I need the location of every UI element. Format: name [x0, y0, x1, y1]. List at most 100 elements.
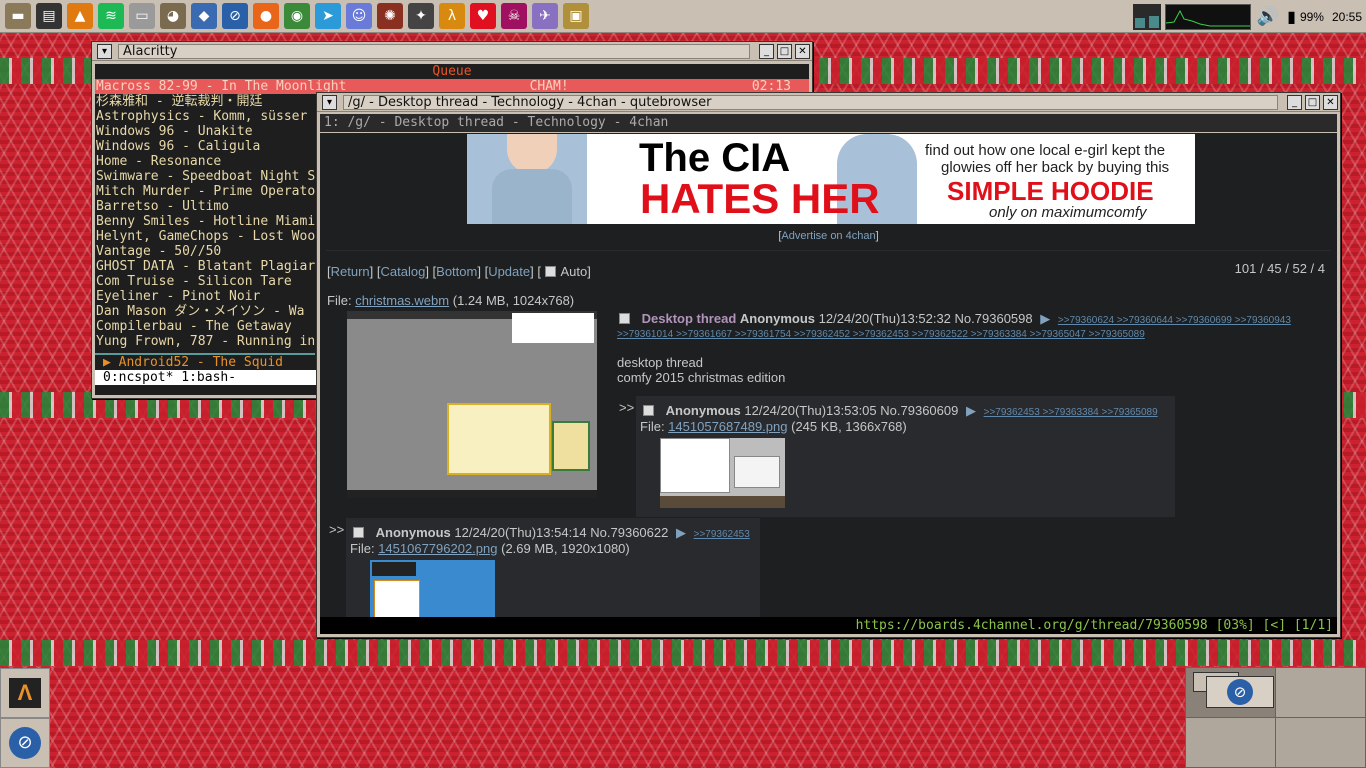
battery-icon[interactable]: ▮: [1287, 7, 1296, 26]
vlc-icon[interactable]: ▲: [67, 3, 93, 29]
cube-icon[interactable]: ◆: [191, 3, 217, 29]
thread-stats: 101 / 45 / 52 / 4: [1234, 261, 1325, 276]
discord-icon[interactable]: ☺: [346, 3, 372, 29]
app-logo-icon: ⊘: [1227, 679, 1253, 705]
telegram-icon[interactable]: ➤: [315, 3, 341, 29]
qutebrowser-titlebar[interactable]: ▾ /g/ - Desktop thread - Technology - 4c…: [317, 93, 1340, 112]
close-button[interactable]: ✕: [795, 43, 810, 59]
reply-backlinks[interactable]: >>79362453 >>79363384 >>79365089: [984, 407, 1158, 418]
window-menu-button[interactable]: ▾: [322, 94, 337, 110]
game-emblem-icon[interactable]: ✺: [377, 3, 403, 29]
op-header: Desktop thread Anonymous 12/24/20(Thu)13…: [619, 311, 1291, 327]
auto-label: Auto: [560, 264, 588, 279]
queue-header: Queue: [432, 64, 472, 79]
reply-arrow: >>: [329, 522, 345, 537]
now-playing-track: Macross 82-99 - In The Moonlight: [96, 79, 347, 94]
tab-active[interactable]: 1: /g/ - Desktop thread - Technology - 4…: [324, 115, 668, 130]
ad-headline-1: The CIA: [639, 136, 791, 180]
reply-arrow: >>: [619, 400, 635, 415]
op-subject: Desktop thread: [641, 311, 737, 326]
terminal-icon[interactable]: ▤: [36, 3, 62, 29]
advertise-link[interactable]: Advertise on 4chan: [781, 230, 875, 242]
workspace-3[interactable]: [1186, 718, 1276, 768]
spotify-icon[interactable]: ≋: [98, 3, 124, 29]
workspace-2[interactable]: [1276, 668, 1366, 718]
reply-name: Anonymous: [375, 525, 451, 540]
reply-file-link[interactable]: 1451067796202.png: [378, 541, 497, 556]
op-number[interactable]: No.79360598: [955, 311, 1033, 326]
half-life-icon[interactable]: λ: [439, 3, 465, 29]
flying-icon[interactable]: ✈: [532, 3, 558, 29]
gimp-icon[interactable]: ◕: [160, 3, 186, 29]
qutebrowser-window[interactable]: ▾ /g/ - Desktop thread - Technology - 4c…: [316, 92, 1341, 638]
workspace-1[interactable]: ⊘: [1186, 668, 1276, 718]
alacritty-icon: Λ: [9, 678, 41, 708]
op-thumbnail[interactable]: [347, 311, 597, 498]
workspace-monitor-icon[interactable]: [1132, 3, 1161, 30]
op-text-1: desktop thread: [617, 355, 704, 370]
file-manager-icon[interactable]: ▬: [5, 3, 31, 29]
drive-icon[interactable]: ▭: [129, 3, 155, 29]
op-file-label: File:: [327, 293, 352, 308]
reply-file-label: File:: [640, 419, 665, 434]
window-menu-button[interactable]: ▾: [97, 43, 112, 59]
top-panel: ▬ ▤ ▲ ≋ ▭ ◕ ◆ ⊘ ● ◉ ➤ ☺ ✺ ✦ λ ♥ ☠ ✈ ▣ 🔊 ▮ 99% 20:55: [0, 0, 1366, 33]
reply-file-link[interactable]: 1451057687489.png: [668, 419, 787, 434]
op-menu-arrow[interactable]: ▶: [1040, 311, 1050, 326]
reply-number[interactable]: No.79360609: [880, 403, 958, 418]
maximize-button[interactable]: □: [777, 43, 792, 59]
reply-file-label: File:: [350, 541, 375, 556]
update-link[interactable]: Update: [488, 264, 530, 279]
dock-app-icon[interactable]: ⊘: [0, 718, 50, 768]
tab-bar[interactable]: 1: /g/ - Desktop thread - Technology - 4…: [320, 114, 1337, 132]
minimize-button[interactable]: _: [759, 43, 774, 59]
dosbox-icon[interactable]: ▣: [563, 3, 589, 29]
thread-nav: [Return] [Catalog] [Bottom] [Update] [ A…: [327, 264, 591, 279]
reply-file-line: File: 1451067796202.png (2.69 MB, 1920x1…: [350, 541, 630, 556]
window-title: Alacritty: [118, 43, 750, 59]
return-link[interactable]: Return: [331, 264, 370, 279]
window-title: /g/ - Desktop thread - Technology - 4cha…: [343, 94, 1278, 110]
minimize-button[interactable]: _: [1287, 94, 1302, 110]
alacritty-titlebar[interactable]: ▾ Alacritty _ □ ✕: [92, 42, 812, 61]
system-tray: 🔊 ▮ 99% 20:55: [1132, 0, 1366, 33]
catalog-link[interactable]: Catalog: [381, 264, 426, 279]
ad-text-4: only on maximumcomfy: [989, 204, 1147, 221]
cs-icon[interactable]: ✦: [408, 3, 434, 29]
maximize-button[interactable]: □: [1305, 94, 1320, 110]
reply-menu-arrow[interactable]: ▶: [966, 403, 976, 418]
app-logo-icon[interactable]: ⊘: [222, 3, 248, 29]
skull-icon[interactable]: ☠: [501, 3, 527, 29]
reply-file-info: (245 KB, 1366x768): [791, 419, 907, 434]
reply-post: Anonymous 12/24/20(Thu)13:54:14 No.79360…: [346, 518, 760, 617]
reply-thumbnail[interactable]: [660, 438, 785, 508]
auto-checkbox[interactable]: [544, 266, 556, 277]
workspace-pager[interactable]: ⊘: [1185, 667, 1366, 768]
ad-text-3: SIMPLE HOODIE: [947, 176, 1154, 206]
op-file-info: (1.24 MB, 1024x768): [452, 293, 575, 308]
op-checkbox[interactable]: [619, 313, 630, 324]
clock[interactable]: 20:55: [1332, 10, 1362, 24]
page-content[interactable]: The CIA HATES HER find out how one local…: [320, 133, 1337, 617]
ad-banner[interactable]: The CIA HATES HER find out how one local…: [467, 134, 1195, 224]
reply-checkbox[interactable]: [353, 527, 364, 538]
op-backlinks-2[interactable]: >>79361014 >>79361667 >>79361754 >>79362…: [617, 329, 1145, 340]
bottom-link[interactable]: Bottom: [436, 264, 477, 279]
chrome-icon[interactable]: ◉: [284, 3, 310, 29]
reply-file-info: (2.69 MB, 1920x1080): [501, 541, 630, 556]
ad-text-2: glowies off her back by buying this: [941, 159, 1170, 176]
op-name: Anonymous: [739, 311, 816, 326]
reply-menu-arrow[interactable]: ▶: [676, 525, 686, 540]
op-backlinks-1[interactable]: >>79360624 >>79360644 >>79360699 >>79360…: [1058, 315, 1291, 326]
workspace-4[interactable]: [1276, 718, 1366, 768]
close-button[interactable]: ✕: [1323, 94, 1338, 110]
firefox-icon[interactable]: ●: [253, 3, 279, 29]
reply-checkbox[interactable]: [643, 405, 654, 416]
heart-icon[interactable]: ♥: [470, 3, 496, 29]
dock-launcher-icon[interactable]: Λ: [0, 668, 50, 718]
reply-backlinks[interactable]: >>79362453: [694, 529, 750, 540]
reply-number[interactable]: No.79360622: [590, 525, 668, 540]
op-file-link[interactable]: christmas.webm: [355, 293, 449, 308]
reply-thumbnail[interactable]: [370, 560, 495, 617]
volume-icon[interactable]: 🔊: [1257, 6, 1279, 27]
